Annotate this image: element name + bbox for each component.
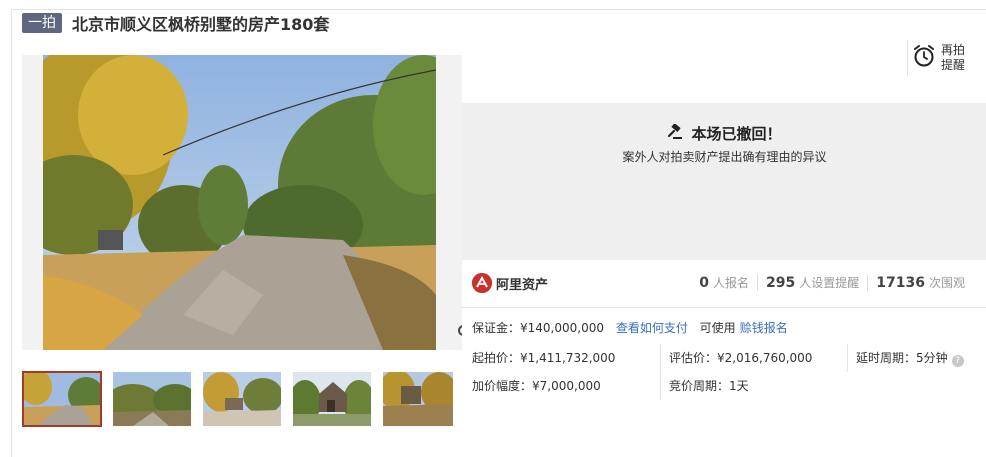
start-price-label: 起拍价： xyxy=(472,351,521,365)
alarm-clock-icon xyxy=(913,44,935,72)
credit-signup-link[interactable]: 赊钱报名 xyxy=(740,321,788,335)
stat-label: 人设置提醒 xyxy=(799,276,860,290)
zoom-icon[interactable] xyxy=(436,324,462,350)
deposit-label: 保证金： xyxy=(472,321,521,335)
thumbnail-strip xyxy=(22,371,472,429)
help-icon[interactable]: ? xyxy=(951,355,964,367)
stats: 0 人报名 295 人设置提醒 17136 次围观 xyxy=(691,274,973,291)
status-subtitle: 案外人对拍卖财产提出确有理由的异议 xyxy=(622,150,827,164)
page-title: 北京市顺义区枫桥别墅的房产180套 xyxy=(72,15,330,34)
stat-value: 295 xyxy=(766,275,796,291)
increment: 加价幅度：¥7,000,000 xyxy=(472,372,652,400)
stat-signups: 0 人报名 xyxy=(691,274,757,291)
remind-button[interactable]: 再拍提醒 xyxy=(907,40,985,76)
price-column-3: 延时周期：5分钟? xyxy=(847,344,982,372)
stat-views: 17136 次围观 xyxy=(867,274,973,291)
how-to-pay-link[interactable]: 查看如何支付 xyxy=(616,321,688,335)
stat-reminders: 295 人设置提醒 xyxy=(757,274,867,291)
auction-round-badge: 一拍 xyxy=(22,13,62,33)
status-panel: 本场已撤回！ 案外人对拍卖财产提出确有理由的异议 xyxy=(462,103,986,260)
usable-label: 可使用 xyxy=(699,321,736,335)
cycle-label: 竞价周期： xyxy=(669,379,730,393)
thumbnail[interactable] xyxy=(22,371,102,427)
brand-name: 阿里资产 xyxy=(496,277,549,293)
thumbnail[interactable] xyxy=(382,371,462,427)
stats-row: 阿里资产 0 人报名 295 人设置提醒 17136 次围观 xyxy=(462,260,986,308)
start-price: 起拍价：¥1,411,732,000 xyxy=(472,344,652,372)
stat-label: 人报名 xyxy=(713,276,750,290)
thumbnail[interactable] xyxy=(202,371,282,427)
increment-value: ¥7,000,000 xyxy=(532,379,601,393)
assessed-label: 评估价： xyxy=(669,351,718,365)
cycle-value: 1天 xyxy=(729,379,749,393)
delay-label: 延时周期： xyxy=(856,351,917,365)
thumbnail[interactable] xyxy=(292,371,372,427)
start-price-value: ¥1,411,732,000 xyxy=(520,351,616,365)
price-column-1: 起拍价：¥1,411,732,000 加价幅度：¥7,000,000 xyxy=(472,344,652,400)
ali-assets-logo xyxy=(472,273,492,293)
bidding-cycle: 竞价周期：1天 xyxy=(669,372,840,400)
main-photo[interactable] xyxy=(22,55,462,350)
thumbnail[interactable] xyxy=(112,371,192,427)
stat-value: 17136 xyxy=(876,275,925,291)
delay-cycle: 延时周期：5分钟? xyxy=(856,344,982,372)
property-photo xyxy=(43,55,436,350)
deposit-row: 保证金：¥140,000,000 查看如何支付 可使用 赊钱报名 xyxy=(472,319,788,336)
stat-value: 0 xyxy=(699,275,709,291)
stat-label: 次围观 xyxy=(928,276,965,290)
delay-value: 5分钟 xyxy=(916,351,948,365)
status-title-row: 本场已撤回！ xyxy=(462,122,986,144)
increment-label: 加价幅度： xyxy=(472,379,533,393)
title-row: 一拍 北京市顺义区枫桥别墅的房产180套 xyxy=(22,12,329,34)
brand[interactable]: 阿里资产 xyxy=(472,273,548,293)
remind-label: 再拍提醒 xyxy=(941,43,966,72)
assessed-value: ¥2,016,760,000 xyxy=(717,351,813,365)
status-title: 本场已撤回！ xyxy=(691,125,782,143)
gavel-icon xyxy=(667,122,691,144)
deposit-value: ¥140,000,000 xyxy=(520,321,604,335)
assessed-price: 评估价：¥2,016,760,000 xyxy=(669,344,840,372)
price-column-2: 评估价：¥2,016,760,000 竞价周期：1天 xyxy=(660,344,840,400)
